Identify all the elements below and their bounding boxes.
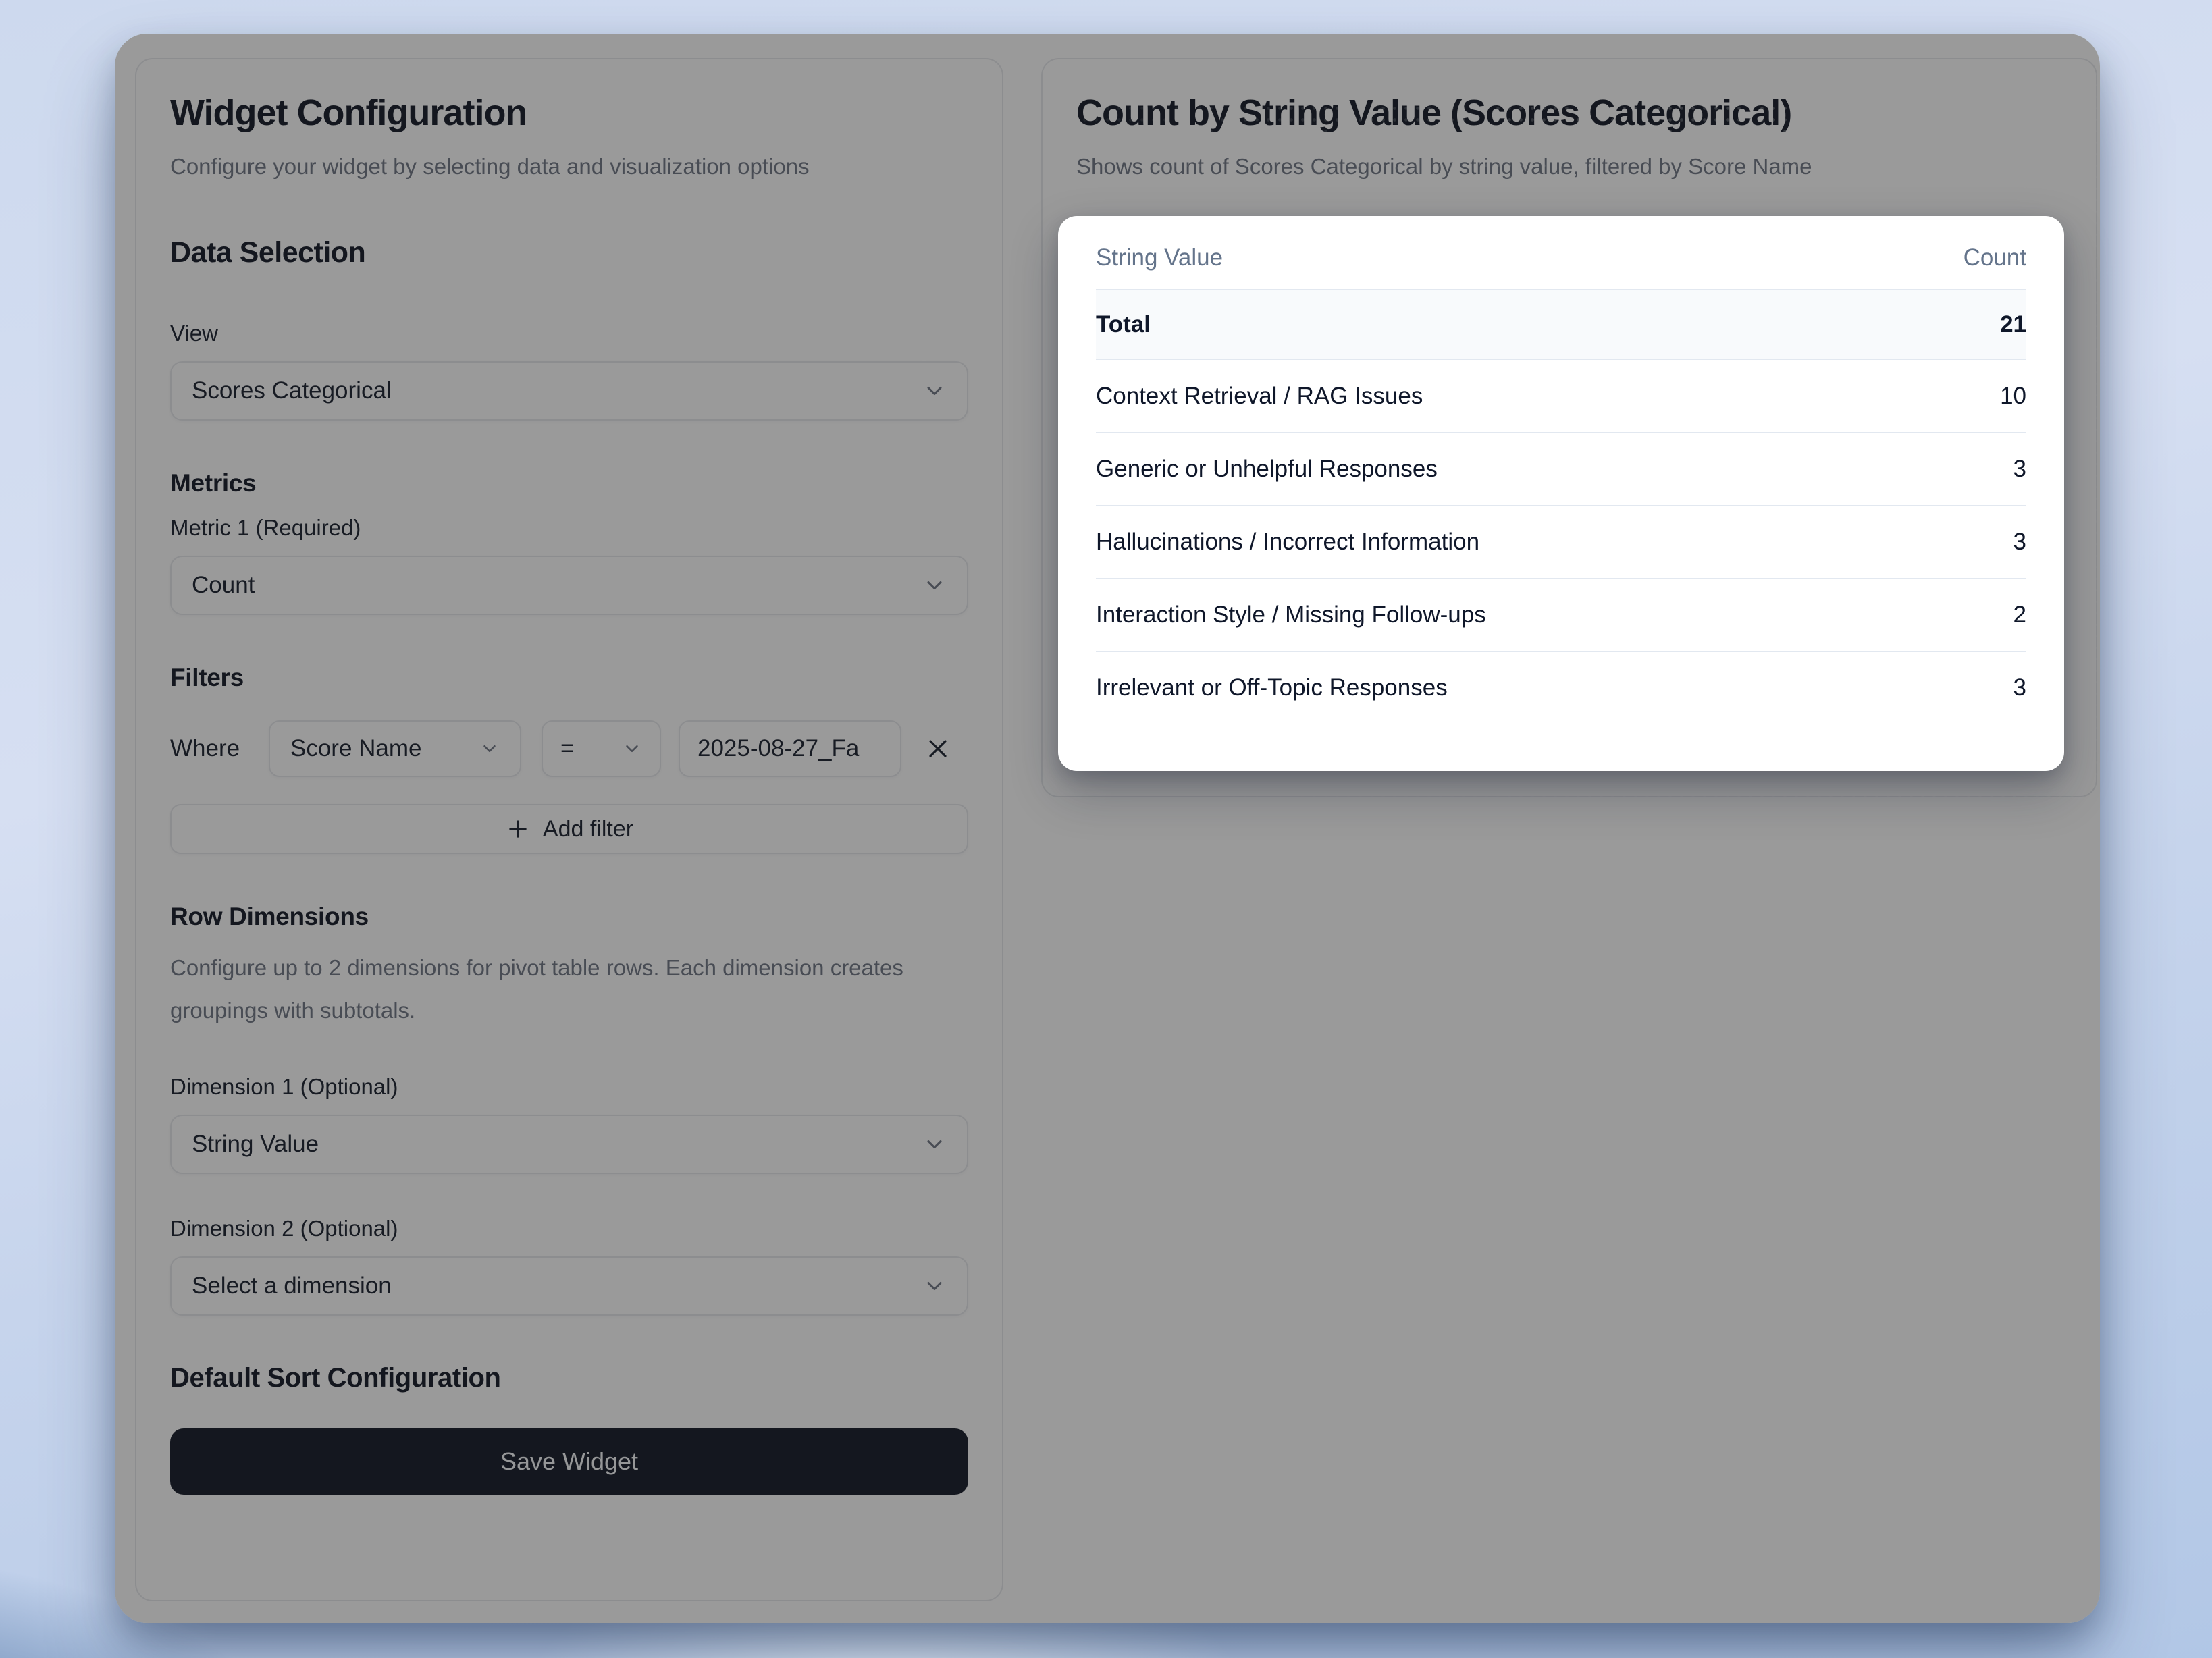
total-row: Total 21 xyxy=(1096,290,2026,360)
row-label: Context Retrieval / RAG Issues xyxy=(1096,360,1897,433)
row-label: Interaction Style / Missing Follow-ups xyxy=(1096,579,1897,651)
row-count: 2 xyxy=(1897,579,2026,651)
table-row: Hallucinations / Incorrect Information3 xyxy=(1096,506,2026,579)
column-header-string-value: String Value xyxy=(1096,216,1897,290)
row-count: 3 xyxy=(1897,651,2026,724)
row-count: 10 xyxy=(1897,360,2026,433)
table-header-row: String Value Count xyxy=(1096,216,2026,290)
table-row: Context Retrieval / RAG Issues10 xyxy=(1096,360,2026,433)
row-count: 3 xyxy=(1897,506,2026,579)
table-row: Generic or Unhelpful Responses3 xyxy=(1096,433,2026,506)
row-label: Generic or Unhelpful Responses xyxy=(1096,433,1897,506)
row-count: 3 xyxy=(1897,433,2026,506)
app-background: Widget Configuration Configure your widg… xyxy=(0,0,2212,1658)
row-label: Hallucinations / Incorrect Information xyxy=(1096,506,1897,579)
table-row: Irrelevant or Off-Topic Responses3 xyxy=(1096,651,2026,724)
table-row: Interaction Style / Missing Follow-ups2 xyxy=(1096,579,2026,651)
row-label: Irrelevant or Off-Topic Responses xyxy=(1096,651,1897,724)
total-label: Total xyxy=(1096,290,1897,360)
table-body: Total 21 Context Retrieval / RAG Issues1… xyxy=(1096,290,2026,724)
preview-table-card: String Value Count Total 21 Context Retr… xyxy=(1058,216,2064,771)
column-header-count: Count xyxy=(1897,216,2026,290)
total-count: 21 xyxy=(1897,290,2026,360)
preview-table: String Value Count Total 21 Context Retr… xyxy=(1096,216,2026,724)
